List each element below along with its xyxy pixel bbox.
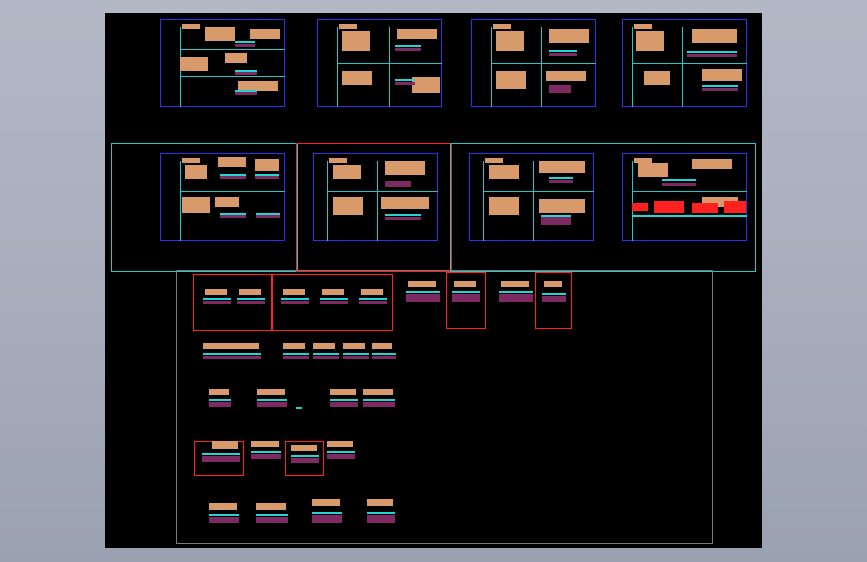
drawing-sheet-7[interactable] [469,153,594,241]
section-detail[interactable] [291,445,319,467]
section-detail[interactable] [406,281,440,307]
section-detail[interactable] [281,289,309,307]
section-detail[interactable] [202,441,240,467]
section-detail[interactable] [256,503,288,527]
section-detail[interactable] [237,289,265,307]
dimension-marker [296,407,302,409]
section-detail[interactable] [372,343,396,363]
drawing-sheet-6[interactable] [313,153,438,241]
section-detail[interactable] [327,441,355,465]
drawing-sheet-1[interactable] [160,19,285,107]
section-detail[interactable] [367,499,395,527]
drawing-sheet-2[interactable] [317,19,442,107]
section-detail[interactable] [542,281,566,307]
drawing-sheet-4[interactable] [622,19,747,107]
drawing-sheet-8[interactable] [622,153,747,241]
section-detail[interactable] [452,281,480,307]
section-detail[interactable] [312,499,342,527]
section-detail[interactable] [209,389,231,411]
section-detail[interactable] [359,289,387,307]
section-detail[interactable] [203,289,231,307]
drawing-sheet-3[interactable] [471,19,596,107]
section-detail[interactable] [330,389,358,411]
section-detail[interactable] [363,389,395,411]
section-detail[interactable] [343,343,369,363]
section-detail[interactable] [203,343,261,363]
cad-model-space[interactable] [105,13,762,548]
drawing-sheet-5[interactable] [160,153,285,241]
section-detail[interactable] [313,343,339,363]
section-detail[interactable] [499,281,533,307]
section-detail[interactable] [209,503,239,527]
section-detail[interactable] [283,343,309,363]
section-detail[interactable] [251,441,281,465]
section-detail[interactable] [320,289,348,307]
section-detail[interactable] [257,389,287,411]
